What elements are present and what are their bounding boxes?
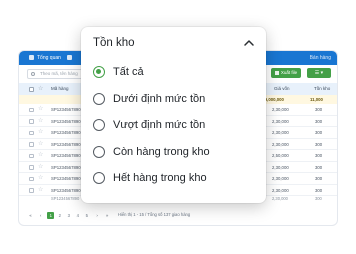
chevron-up-icon[interactable] <box>243 37 255 49</box>
filter-title: Tồn kho <box>93 37 135 49</box>
nav-overview-label: Tổng quan <box>37 55 61 61</box>
row-price: 2,30,000 <box>272 118 289 124</box>
row-price: 2,30,000 <box>272 130 289 135</box>
filter-option-label: Hết hàng trong kho <box>113 172 207 184</box>
row-checkbox[interactable] <box>29 130 34 135</box>
star-icon[interactable]: ☆ <box>38 104 43 115</box>
menu-dropdown-button[interactable]: ☰ ▾ <box>307 68 331 78</box>
row-stock: 300 <box>315 141 323 147</box>
row-code: SP1234567890 <box>51 118 81 124</box>
filter-option[interactable]: Còn hàng trong kho <box>93 143 263 161</box>
star-icon[interactable]: ☆ <box>38 127 43 138</box>
row-stock: 300 <box>315 107 323 112</box>
nav-item-products[interactable] <box>67 51 75 65</box>
row-checkbox[interactable] <box>29 176 34 181</box>
row-price: 2,30,000 <box>272 176 289 181</box>
star-icon[interactable]: ☆ <box>38 150 43 161</box>
row-price: 2,30,000 <box>272 107 289 112</box>
prev-page-button[interactable]: ‹ <box>37 212 44 219</box>
row-stock: 300 <box>315 196 322 201</box>
row-stock: 300 <box>315 118 323 124</box>
column-price[interactable]: Giá vốn <box>274 83 290 95</box>
star-icon[interactable]: ☆ <box>38 173 43 184</box>
row-code: SP1234567890 <box>51 196 80 201</box>
stock-filter-dropdown: Tồn kho Tất cả Dưới định mức tồn Vượt định… <box>81 27 266 203</box>
cube-icon <box>67 55 72 61</box>
radio-button[interactable] <box>93 172 105 184</box>
row-checkbox[interactable] <box>29 165 34 170</box>
row-price: 2,30,000 <box>272 141 289 147</box>
radio-button[interactable] <box>93 119 105 131</box>
row-code: SP1234567890 <box>51 141 81 147</box>
select-all-checkbox[interactable] <box>29 87 34 92</box>
page-button[interactable]: 2 <box>56 212 63 219</box>
row-stock: 300 <box>315 153 323 158</box>
export-label: Xuất file <box>280 70 298 75</box>
page-button[interactable]: 1 <box>47 211 55 219</box>
row-checkbox[interactable] <box>29 119 34 124</box>
filter-option-label: Vượt định mức tồn <box>113 119 206 131</box>
filter-option-label: Còn hàng trong kho <box>113 145 210 158</box>
screen: Tổng quan Bán hàng Theo mã, tên hàng Xuấ… <box>0 0 356 254</box>
star-icon[interactable]: ☆ <box>38 116 43 127</box>
pagination-info: Hiển thị 1 - 15 / Tổng số 137 giao hàng <box>117 212 191 217</box>
page-button[interactable]: 4 <box>74 212 81 219</box>
row-checkbox[interactable] <box>29 142 34 147</box>
star-icon: ☆ <box>38 86 44 92</box>
row-stock: 300 <box>315 130 323 135</box>
search-icon <box>31 72 35 76</box>
radio-button[interactable] <box>93 145 105 158</box>
total-stock: 11,000 <box>310 97 323 102</box>
eye-icon <box>29 55 34 61</box>
filter-option[interactable]: Dưới định mức tồn <box>93 90 263 108</box>
row-code: SP1234567890 <box>51 107 81 112</box>
export-button[interactable]: Xuất file <box>271 68 301 78</box>
row-code: SP1234567890 <box>51 164 81 170</box>
filter-option[interactable]: Tất cả <box>93 63 263 81</box>
radio-button[interactable] <box>93 92 105 105</box>
next-page-button[interactable]: › <box>94 212 101 219</box>
star-icon[interactable]: ☆ <box>38 139 43 150</box>
filter-option[interactable]: Vượt định mức tồn <box>93 116 263 134</box>
search-placeholder: Theo mã, tên hàng <box>40 71 78 76</box>
radio-button[interactable] <box>93 66 105 78</box>
last-page-button[interactable]: » <box>104 212 111 219</box>
row-stock: 300 <box>315 164 323 170</box>
column-stock[interactable]: Tồn kho <box>314 83 330 95</box>
export-icon <box>274 70 279 75</box>
first-page-button[interactable]: « <box>27 212 34 219</box>
row-checkbox[interactable] <box>29 188 34 193</box>
column-code[interactable]: Mã hàng <box>51 83 69 95</box>
page-list: 12345 <box>47 211 92 219</box>
row-price: 2,30,000 <box>272 164 289 170</box>
page-button[interactable]: 3 <box>65 212 72 219</box>
row-checkbox[interactable] <box>29 153 34 158</box>
row-price: 2,30,000 <box>272 196 288 201</box>
row-code: SP1234567890 <box>51 153 81 158</box>
filter-option[interactable]: Hết hàng trong kho <box>93 169 263 187</box>
row-code: SP1234567890 <box>51 130 81 135</box>
pagination: « ‹ 12345 › » Hiển thị 1 - 15 / Tổng số … <box>27 211 190 219</box>
filter-option-label: Tất cả <box>113 66 144 78</box>
row-code: SP1234567890 <box>51 176 81 181</box>
row-stock: 300 <box>315 176 323 181</box>
nav-item-sales[interactable]: Bán hàng <box>310 51 331 65</box>
row-checkbox[interactable] <box>29 107 34 112</box>
filter-option-label: Dưới định mức tồn <box>113 92 206 105</box>
star-icon[interactable]: ☆ <box>38 162 43 173</box>
page-button[interactable]: 5 <box>83 212 90 219</box>
nav-item-overview[interactable]: Tổng quan <box>29 51 61 65</box>
row-price: 2,50,000 <box>272 153 289 158</box>
